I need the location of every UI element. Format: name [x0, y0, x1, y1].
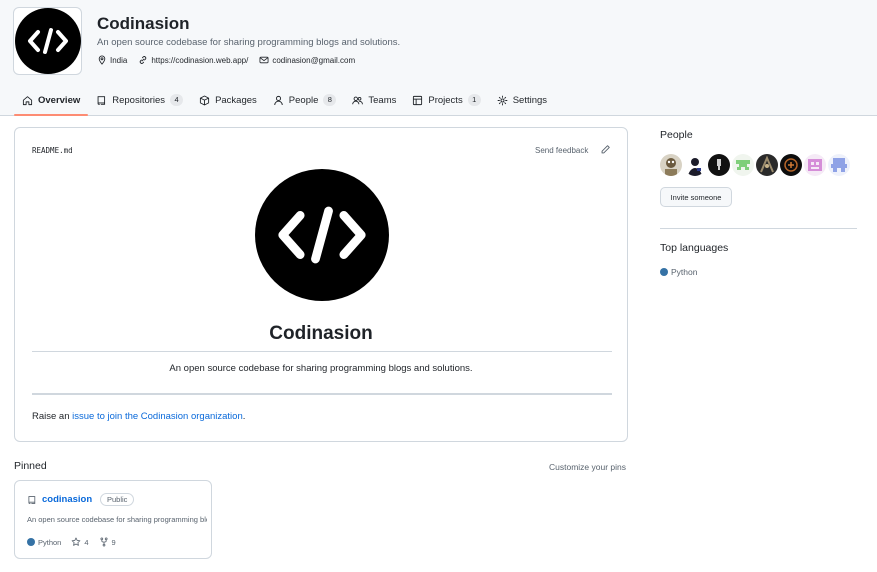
readme-description: An open source codebase for sharing prog… [169, 363, 473, 374]
sidebar-people-title: People [660, 129, 693, 141]
raise-suffix: . [242, 411, 246, 422]
star-icon [72, 537, 81, 546]
readme-logo [255, 169, 389, 301]
link-icon [140, 56, 147, 64]
org-nav: Overview Repositories 4 Packages People … [14, 86, 555, 116]
pinned-repo-name[interactable]: codinasion [42, 494, 92, 505]
divider [32, 393, 612, 395]
readme-raise-text: Raise an issue to join the Codinasion or… [32, 411, 245, 422]
location-icon [98, 55, 106, 65]
mail-icon [259, 56, 269, 64]
pencil-icon[interactable] [600, 144, 611, 155]
top-languages-title: Top languages [660, 242, 729, 254]
people-avatars [660, 154, 850, 176]
divider [660, 228, 857, 229]
tab-teams[interactable]: Teams [344, 86, 404, 114]
code-logo-icon [27, 28, 68, 54]
people-icon [352, 96, 364, 104]
pinned-title: Pinned [14, 460, 47, 472]
language-name: Python [671, 267, 698, 277]
org-website[interactable]: https://codinasion.web.app/ [138, 55, 248, 65]
tab-label: Teams [368, 94, 397, 106]
language-color-dot [27, 538, 35, 546]
forks-count: 9 [111, 537, 116, 547]
repo-icon [97, 95, 106, 105]
avatar[interactable] [708, 154, 730, 176]
repositories-count: 4 [170, 94, 184, 106]
repo-stars[interactable]: 4 [71, 537, 89, 547]
person-icon [274, 95, 283, 105]
readme-filename: README.md [32, 146, 73, 155]
avatar[interactable] [684, 154, 706, 176]
avatar[interactable] [828, 154, 850, 176]
repo-forks[interactable]: 9 [99, 537, 116, 547]
org-email[interactable]: codinasion@gmail.com [259, 55, 355, 65]
home-icon [22, 95, 33, 105]
language-color-dot [660, 268, 668, 276]
avatar[interactable] [756, 154, 778, 176]
language-name: Python [38, 537, 62, 547]
avatar[interactable] [660, 154, 682, 176]
org-avatar[interactable] [13, 7, 82, 75]
stars-count: 4 [84, 537, 89, 547]
avatar[interactable] [732, 154, 754, 176]
pinned-repo-description: An open source codebase for sharing prog… [27, 515, 207, 524]
org-website-link[interactable]: https://codinasion.web.app/ [151, 56, 248, 65]
code-logo-icon [278, 206, 366, 264]
tab-packages[interactable]: Packages [191, 86, 265, 114]
tab-label: Repositories [112, 94, 166, 106]
tab-settings[interactable]: Settings [489, 86, 555, 114]
gear-icon [497, 95, 508, 105]
fork-icon [100, 537, 108, 547]
pinned-repo-card: codinasion Public An open source codebas… [14, 480, 212, 559]
org-header: Codinasion An open source codebase for s… [0, 0, 877, 116]
readme-title: Codinasion [269, 323, 373, 344]
repo-language: Python [27, 538, 61, 547]
org-name: Codinasion [97, 14, 190, 33]
top-language-item[interactable]: Python [660, 267, 697, 277]
tab-projects[interactable]: Projects 1 [404, 86, 488, 114]
tab-label: Overview [38, 94, 81, 106]
org-location: India [97, 55, 127, 65]
tab-overview[interactable]: Overview [14, 86, 89, 116]
visibility-badge: Public [100, 493, 135, 506]
table-icon [413, 95, 423, 105]
org-meta: India https://codinasion.web.app/ codina… [97, 55, 355, 65]
invite-someone-button[interactable]: Invite someone [660, 187, 732, 207]
tab-repositories[interactable]: Repositories 4 [88, 86, 191, 114]
avatar[interactable] [780, 154, 802, 176]
divider [32, 351, 612, 352]
tab-people[interactable]: People 8 [265, 86, 345, 114]
org-email-link[interactable]: codinasion@gmail.com [272, 56, 355, 65]
people-count: 8 [323, 94, 337, 106]
org-logo [14, 8, 81, 74]
avatar[interactable] [804, 154, 826, 176]
tab-label: Packages [215, 94, 257, 106]
tab-label: People [288, 94, 319, 106]
tab-label: Projects [428, 94, 463, 106]
readme-panel: README.md Send feedback Codinasion An op… [14, 127, 628, 442]
projects-count: 1 [467, 94, 481, 106]
org-description: An open source codebase for sharing prog… [97, 37, 401, 48]
customize-pins-link[interactable]: Customize your pins [549, 462, 626, 472]
raise-prefix: Raise an [32, 411, 73, 422]
pinned-repo-meta: Python 4 9 [27, 537, 116, 547]
org-location-text: India [110, 55, 128, 65]
issue-link[interactable]: issue to join the Codinasion organizatio… [72, 411, 243, 422]
tab-label: Settings [512, 94, 548, 106]
package-icon [199, 95, 210, 105]
repo-icon [28, 496, 36, 504]
send-feedback-link[interactable]: Send feedback [535, 146, 588, 155]
